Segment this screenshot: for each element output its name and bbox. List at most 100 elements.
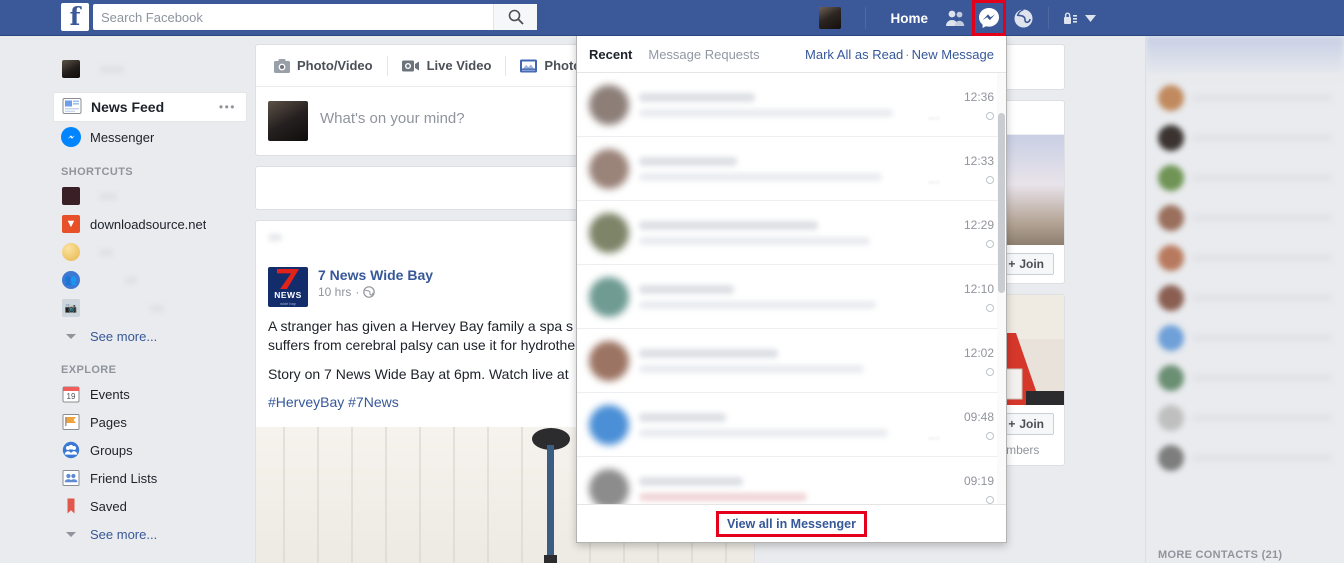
shortcut-coin-icon	[61, 242, 81, 262]
new-message-link[interactable]: New Message	[912, 47, 994, 62]
messenger-icon	[61, 127, 81, 147]
sidebar-item-label: Messenger	[90, 129, 155, 145]
news-feed-options-icon[interactable]: •••	[219, 100, 236, 114]
message-timestamp: 09:19	[963, 474, 994, 488]
avatar	[1158, 285, 1184, 311]
sidebar-item-messenger[interactable]: Messenger	[0, 122, 255, 152]
friend-requests-button[interactable]	[938, 0, 972, 36]
sidebar-item-label: Groups	[90, 442, 133, 458]
chat-contact-row[interactable]	[1146, 438, 1344, 478]
post-line-2: suffers from cerebral palsy can use it f…	[268, 337, 576, 354]
sidebar-item-news-feed[interactable]: News Feed •••	[53, 92, 247, 122]
suggested-group-card-2: + Join 53 friends · 13,806 members	[1000, 294, 1065, 466]
blurred-contact-name	[1192, 94, 1332, 102]
blurred-name	[100, 65, 124, 73]
sidebar-item-label: Saved	[90, 498, 127, 514]
join-group-button[interactable]: + Join	[1000, 413, 1054, 435]
group-cover-image[interactable]	[1000, 135, 1064, 245]
blurred-contact-name	[1192, 374, 1332, 382]
message-row[interactable]: … 09:48	[577, 393, 1006, 457]
message-row[interactable]: 12:02	[577, 329, 1006, 393]
chat-contact-row[interactable]	[1146, 158, 1344, 198]
message-row-right: 12:29	[938, 218, 994, 248]
avatar	[1158, 85, 1184, 111]
chat-contact-row[interactable]	[1146, 398, 1344, 438]
sidebar-see-more-shortcuts[interactable]: See more...	[0, 322, 255, 350]
dropdown-scrollbar-thumb[interactable]	[998, 113, 1005, 293]
composer-tab-photo-video[interactable]: Photo/Video	[266, 58, 387, 73]
tab-message-requests[interactable]: Message Requests	[648, 47, 759, 62]
friend-lists-icon	[61, 468, 81, 488]
sidebar-item-shortcut-downloadsource[interactable]: ▼ downloadsource.net	[0, 210, 255, 238]
nav-home-link[interactable]: Home	[880, 11, 938, 26]
profile-shortcut[interactable]	[819, 0, 851, 36]
sidebar-item-friend-lists[interactable]: Friend Lists	[0, 464, 255, 492]
avatar	[1158, 125, 1184, 151]
chat-contact-row[interactable]	[1146, 238, 1344, 278]
chat-contact-row[interactable]	[1146, 278, 1344, 318]
facebook-logo[interactable]: f	[61, 3, 89, 31]
message-row[interactable]: 12:29	[577, 201, 1006, 265]
join-group-button[interactable]: + Join	[1000, 253, 1054, 275]
sidebar-item-profile[interactable]	[0, 52, 255, 86]
sidebar-item-groups[interactable]: Groups	[0, 436, 255, 464]
message-preview	[639, 156, 928, 181]
chat-contact-row[interactable]	[1146, 198, 1344, 238]
unread-indicator-icon[interactable]	[986, 111, 994, 120]
message-row-right: 12:02	[938, 346, 994, 376]
composer-tab-live-video[interactable]: Live Video	[388, 58, 506, 73]
page-avatar[interactable]: NEWS wide bay	[268, 267, 308, 307]
search-button[interactable]	[493, 4, 537, 30]
post-timestamp[interactable]: 10 hrs	[318, 285, 351, 299]
unread-indicator-icon[interactable]	[986, 367, 994, 376]
globe-icon[interactable]	[363, 286, 376, 298]
unread-indicator-icon[interactable]	[986, 303, 994, 312]
chat-contact-row[interactable]	[1146, 78, 1344, 118]
messenger-dropdown-header: Recent Message Requests Mark All as Read…	[577, 36, 1006, 73]
blurred-message-snippet	[639, 364, 865, 373]
blurred-label	[99, 248, 113, 256]
message-row[interactable]: 12:10	[577, 265, 1006, 329]
unread-indicator-icon[interactable]	[986, 496, 994, 504]
chat-contact-row[interactable]	[1146, 318, 1344, 358]
message-row[interactable]: … 12:33	[577, 137, 1006, 201]
account-menu[interactable]	[1048, 7, 1096, 29]
post-line-1: A stranger has given a Hervey Bay family…	[268, 318, 574, 334]
mark-all-as-read-link[interactable]: Mark All as Read	[805, 47, 903, 62]
avatar	[589, 469, 629, 504]
sidebar-item-shortcut-0[interactable]	[0, 182, 255, 210]
join-button-label: Join	[1019, 257, 1044, 271]
notifications-button[interactable]	[1006, 0, 1040, 36]
view-all-in-messenger-link[interactable]: View all in Messenger	[716, 510, 867, 537]
tab-recent[interactable]: Recent	[589, 47, 632, 62]
sidebar-item-shortcut-4[interactable]: 📷	[0, 294, 255, 322]
message-row[interactable]: … 12:36	[577, 73, 1006, 137]
group-cover-image[interactable]	[1000, 295, 1064, 405]
blurred-sender-name	[639, 477, 744, 486]
composer-placeholder[interactable]: What's on your mind?	[320, 101, 465, 127]
blurred-contact-name	[1192, 414, 1332, 422]
chat-contact-row[interactable]	[1146, 118, 1344, 158]
message-row[interactable]: 09:19	[577, 457, 1006, 504]
sidebar-item-label: Friend Lists	[90, 470, 158, 486]
search-input[interactable]	[93, 4, 493, 30]
unread-indicator-icon[interactable]	[986, 431, 994, 440]
avatar	[819, 7, 842, 29]
sidebar-see-more-explore[interactable]: See more...	[0, 520, 255, 548]
sidebar-item-label: downloadsource.net	[90, 216, 207, 232]
message-preview	[639, 284, 928, 309]
messenger-button[interactable]	[972, 0, 1006, 36]
search-bar[interactable]	[93, 4, 537, 30]
dropdown-scrollbar-track[interactable]	[997, 73, 1006, 504]
sidebar-item-events[interactable]: 19 Events	[0, 380, 255, 408]
chat-contact-row[interactable]	[1146, 358, 1344, 398]
sidebar-item-shortcut-2[interactable]	[0, 238, 255, 266]
unread-indicator-icon[interactable]	[986, 239, 994, 248]
message-list[interactable]: … 12:36 … 12:33 12:29 12:10 12:02 … 09:4…	[577, 73, 1006, 504]
sidebar-section-explore: EXPLORE	[61, 364, 117, 376]
sidebar-item-pages[interactable]: Pages	[0, 408, 255, 436]
unread-indicator-icon[interactable]	[986, 175, 994, 184]
post-author-name[interactable]: 7 News Wide Bay	[318, 267, 433, 283]
sidebar-item-shortcut-3[interactable]: 👥	[0, 266, 255, 294]
sidebar-item-saved[interactable]: Saved	[0, 492, 255, 520]
